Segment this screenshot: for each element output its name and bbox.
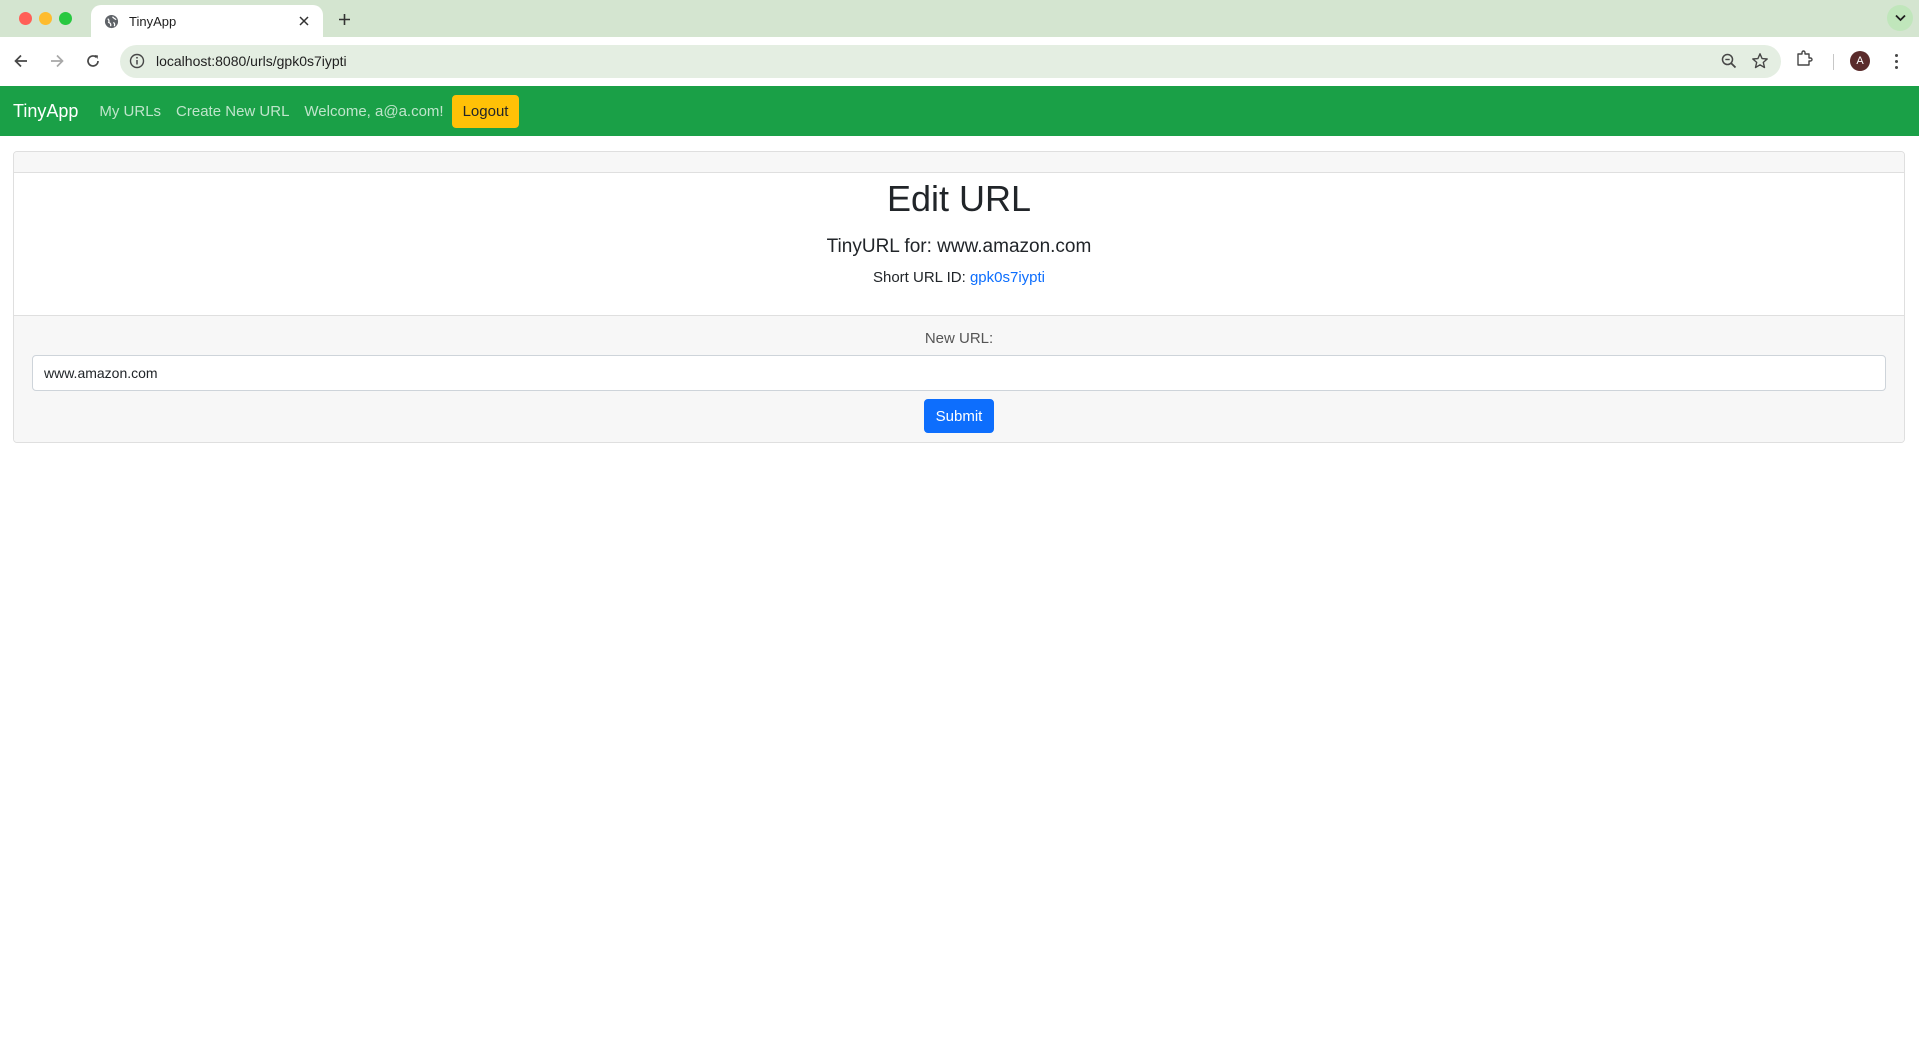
back-arrow-icon[interactable] [8, 48, 34, 74]
logout-button[interactable]: Logout [451, 94, 520, 128]
submit-button[interactable]: Submit [924, 399, 994, 433]
chevron-down-icon[interactable] [1887, 5, 1913, 31]
nav-my-urls[interactable]: My URLs [99, 103, 161, 120]
plus-icon[interactable] [332, 7, 356, 31]
nav-create-new-url[interactable]: Create New URL [176, 103, 289, 120]
tab-title: TinyApp [129, 13, 177, 29]
close-icon[interactable] [293, 10, 315, 32]
browser-tab-strip: TinyApp [0, 0, 1919, 37]
new-url-input[interactable] [32, 355, 1886, 391]
card-header [14, 152, 1904, 173]
profile-avatar[interactable]: A [1850, 51, 1870, 71]
short-url-link[interactable]: gpk0s7iypti [970, 269, 1045, 286]
browser-tab[interactable]: TinyApp [91, 5, 323, 37]
new-url-label: New URL: [924, 330, 994, 347]
card-body: Edit URL TinyURL for: www.amazon.com Sho… [14, 173, 1904, 316]
card-subtitle: TinyURL for: www.amazon.com [826, 236, 1092, 257]
globe-icon [103, 13, 119, 29]
zoom-icon[interactable] [1721, 53, 1737, 74]
maximize-window-button[interactable] [59, 12, 72, 25]
star-icon[interactable] [1751, 52, 1769, 75]
short-url-id: Short URL ID: gpk0s7iypti [14, 268, 1904, 288]
browser-toolbar: localhost:8080/urls/gpk0s7iypti A [0, 37, 1919, 86]
edit-url-card: Edit URL TinyURL for: www.amazon.com Sho… [13, 151, 1905, 443]
app-navbar: TinyApp My URLs Create New URL Welcome, … [0, 86, 1919, 136]
kebab-menu-icon[interactable] [1890, 50, 1902, 72]
address-url[interactable]: localhost:8080/urls/gpk0s7iypti [156, 53, 347, 69]
toolbar-divider [1833, 54, 1834, 70]
address-bar[interactable]: localhost:8080/urls/gpk0s7iypti [120, 45, 1781, 78]
brand-link[interactable]: TinyApp [13, 101, 78, 122]
forward-arrow-icon[interactable] [44, 48, 70, 74]
site-info-icon[interactable] [129, 53, 146, 70]
reload-icon[interactable] [80, 48, 106, 74]
edit-form: New URL: Submit [14, 316, 1904, 442]
short-url-id-label: Short URL ID: [872, 269, 970, 286]
minimize-window-button[interactable] [39, 12, 52, 25]
welcome-text: Welcome, a@a.com! [304, 102, 444, 120]
page-title: Edit URL [886, 178, 1032, 219]
close-window-button[interactable] [19, 12, 32, 25]
extensions-icon[interactable] [1795, 49, 1813, 72]
